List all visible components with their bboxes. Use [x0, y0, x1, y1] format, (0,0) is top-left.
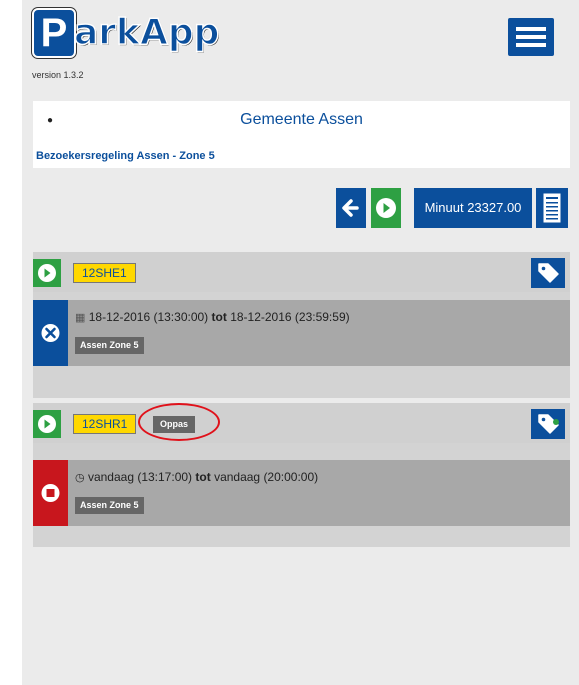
parking-session: ▦ 18-12-2016 (13:30:00) tot 18-12-2016 (…: [33, 300, 570, 366]
notes-button[interactable]: [536, 188, 568, 228]
license-plate[interactable]: 12SHE1: [73, 263, 136, 283]
session-separator: tot: [211, 310, 227, 324]
municipality-name: Gemeente Assen: [240, 111, 363, 128]
session-separator: tot: [195, 470, 211, 484]
menu-button[interactable]: [508, 18, 554, 56]
cancel-session-button[interactable]: [33, 300, 68, 366]
menu-icon: [516, 27, 546, 31]
zone-badge: Assen Zone 5: [75, 337, 144, 354]
tag-icon: [538, 414, 559, 434]
session-start: vandaag (13:17:00): [87, 470, 193, 484]
menu-icon-bar: [516, 35, 546, 39]
session-start: 18-12-2016 (13:30:00): [88, 310, 209, 324]
calendar-icon: ▦: [75, 312, 86, 324]
parking-session: ◷ vandaag (13:17:00) tot vandaag (20:00:…: [33, 460, 570, 526]
tag-button[interactable]: [531, 258, 565, 288]
stop-icon: [41, 484, 60, 502]
municipality-panel: ● Gemeente Assen Bezoekersregeling Assen…: [33, 101, 570, 168]
start-parking-button[interactable]: [33, 259, 61, 287]
app-container: P arkApp version 1.3.2 ● Gemeente Assen …: [22, 0, 579, 685]
stop-session-button[interactable]: [33, 460, 68, 526]
tag-icon: [538, 263, 559, 283]
play-icon: [376, 198, 396, 218]
play-icon: [38, 415, 56, 433]
back-button[interactable]: [336, 188, 366, 228]
vehicle-card: 12SHR1 Oppas ◷ vandaag (13:17:00) tot va…: [33, 403, 570, 547]
logo-text: arkApp: [73, 11, 220, 54]
clock-icon: ◷: [75, 472, 85, 484]
close-icon: [41, 324, 60, 342]
regulation-name: Bezoekersregeling Assen - Zone 5: [36, 150, 215, 162]
vehicle-header: 12SHE1: [33, 252, 570, 292]
arrow-left-icon: [342, 199, 359, 217]
zone-badge: Assen Zone 5: [75, 497, 144, 514]
minutes-balance-button[interactable]: Minuut 23327.00: [414, 188, 532, 228]
play-icon: [38, 264, 56, 282]
vehicle-header: 12SHR1 Oppas: [33, 403, 570, 443]
session-time: ▦ 18-12-2016 (13:30:00) tot 18-12-2016 (…: [75, 310, 350, 324]
notepad-icon: [543, 193, 561, 223]
tag-button[interactable]: [531, 409, 565, 439]
app-version: version 1.3.2: [32, 70, 84, 80]
session-end: vandaag (20:00:00): [214, 470, 319, 484]
start-button[interactable]: [371, 188, 401, 228]
logo-letter: P: [32, 8, 76, 58]
license-plate[interactable]: 12SHR1: [73, 414, 137, 434]
highlight-annotation: [138, 403, 220, 441]
session-time: ◷ vandaag (13:17:00) tot vandaag (20:00:…: [75, 470, 318, 484]
menu-icon-bar: [516, 43, 546, 47]
start-parking-button[interactable]: [33, 410, 61, 438]
vehicle-card: 12SHE1 ▦ 18-12-2016 (13:30:00) tot 18-12…: [33, 252, 570, 398]
session-end: 18-12-2016 (23:59:59): [230, 310, 350, 324]
